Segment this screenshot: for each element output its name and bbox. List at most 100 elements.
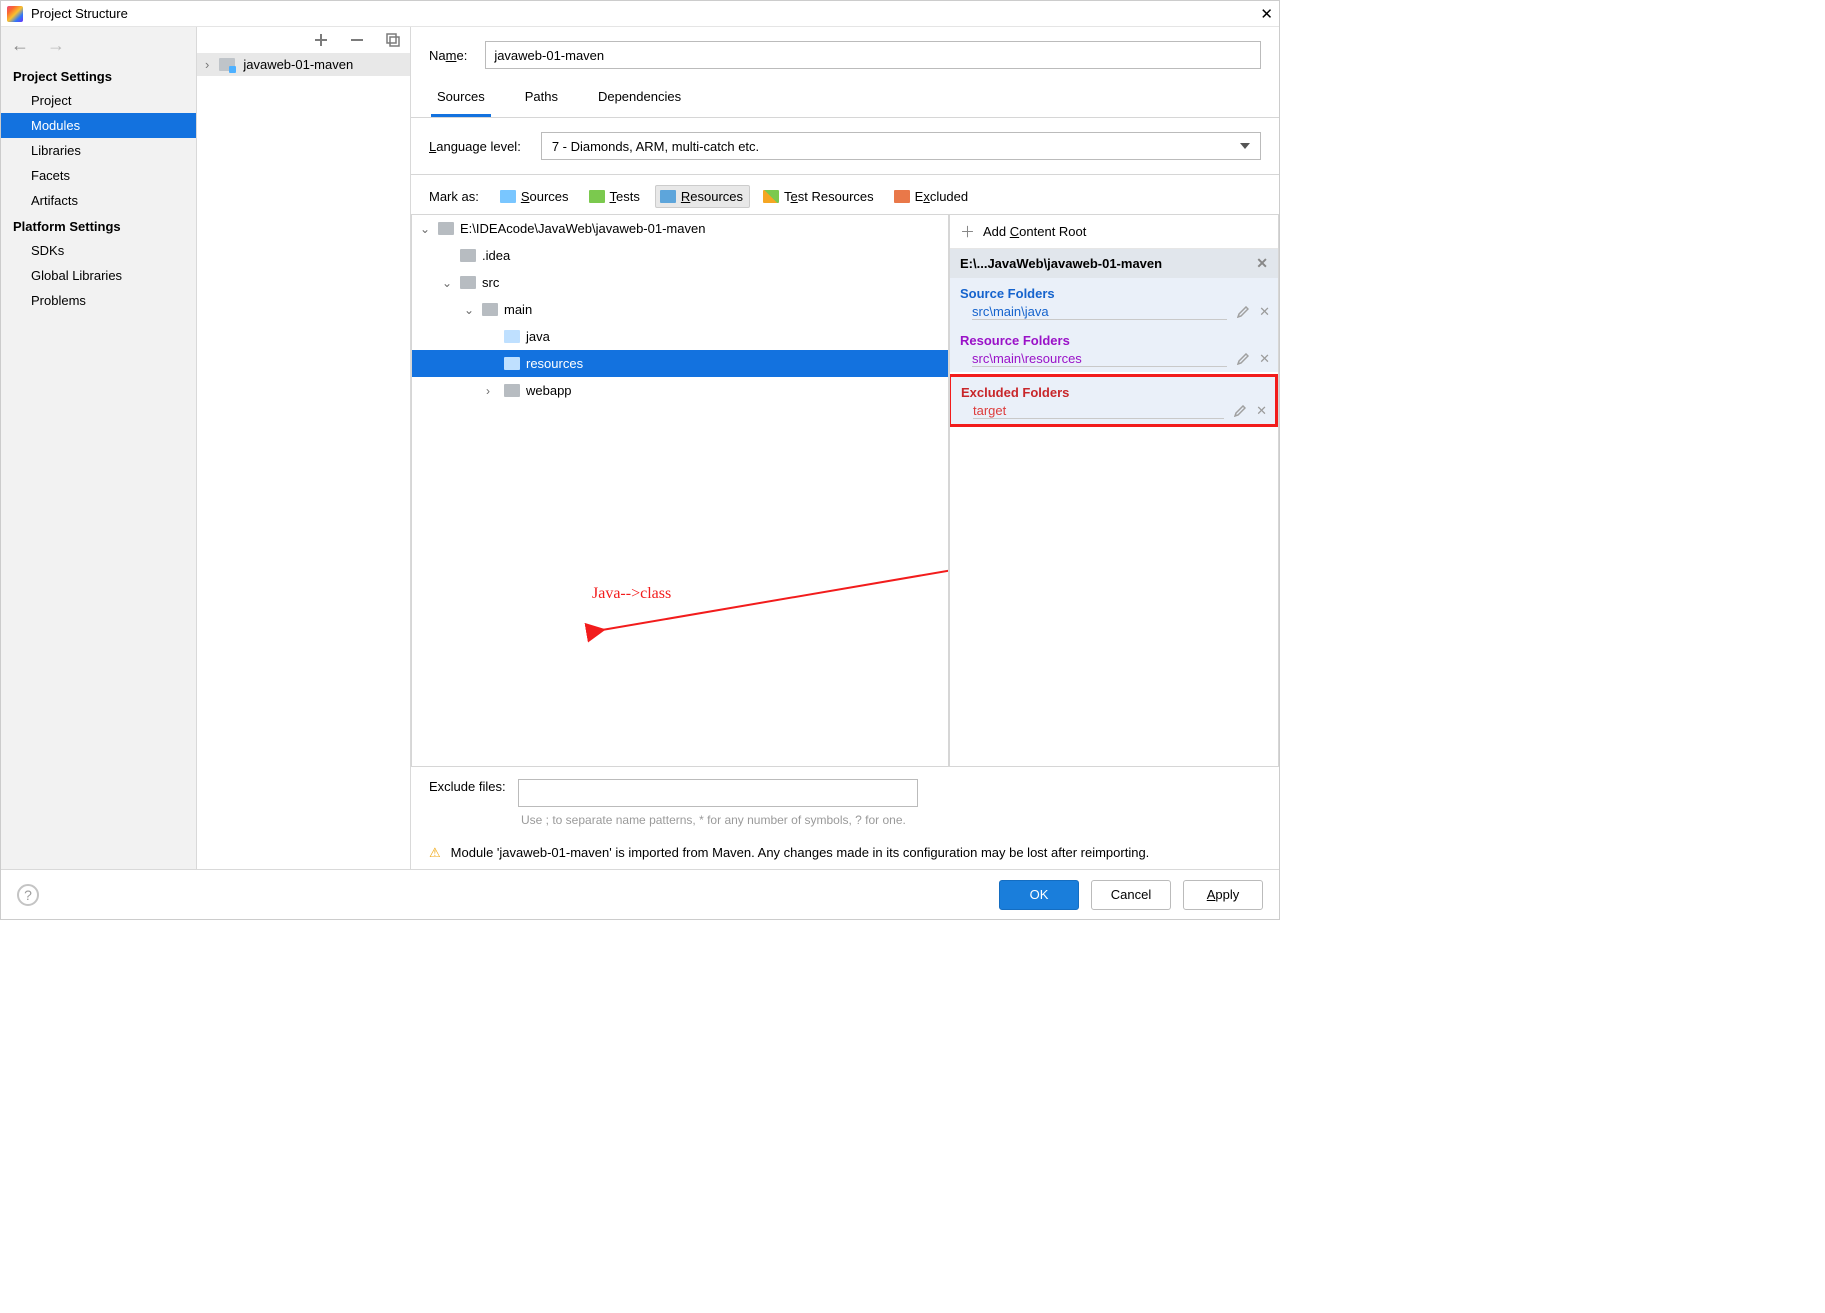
maven-warning-row: ⚠ Module 'javaweb-01-maven' is imported … (411, 839, 1279, 869)
tab-sources[interactable]: Sources (431, 81, 491, 117)
back-arrow-icon[interactable]: ← (11, 36, 29, 54)
sidebar-item-modules[interactable]: Modules (1, 113, 196, 138)
tree-node-resources[interactable]: resources (412, 350, 948, 377)
exclude-files-label: Exclude files: (429, 779, 506, 794)
sidebar-item-sdks[interactable]: SDKs (1, 238, 196, 263)
folder-icon (504, 330, 520, 343)
dialog-button-bar: ? OK Cancel Apply (1, 869, 1279, 919)
folder-icon (482, 303, 498, 316)
content-root-group-excluded: Excluded Folderstarget✕ (949, 374, 1278, 427)
sidebar-item-libraries[interactable]: Libraries (1, 138, 196, 163)
sidebar: ← → Project SettingsProjectModulesLibrar… (1, 27, 197, 869)
add-module-icon[interactable] (314, 33, 328, 47)
titlebar: Project Structure ✕ (1, 1, 1279, 27)
edit-icon[interactable] (1237, 306, 1249, 318)
folder-icon (460, 276, 476, 289)
module-name-input[interactable] (485, 41, 1261, 69)
exclude-files-input[interactable] (518, 779, 918, 807)
module-name: javaweb-01-maven (243, 57, 353, 72)
forward-arrow-icon[interactable]: → (47, 36, 65, 54)
mark-as-row: Mark as: Sources Tests Resources Test Re… (411, 175, 1279, 215)
source-tree[interactable]: ⌄E:\IDEAcode\JavaWeb\javaweb-01-maven.id… (411, 215, 949, 767)
sidebar-item-global-libraries[interactable]: Global Libraries (1, 263, 196, 288)
sidebar-item-problems[interactable]: Problems (1, 288, 196, 313)
mark-resources-button[interactable]: Resources (655, 185, 750, 208)
content-root-panel: ＋ Add Content Root E:\...JavaWeb\javaweb… (949, 215, 1279, 767)
tab-paths[interactable]: Paths (519, 81, 564, 117)
content-root-item[interactable]: src\main\java✕ (950, 303, 1278, 323)
tree-node--idea[interactable]: .idea (412, 242, 948, 269)
annotation-text: Java-->class (592, 585, 671, 603)
chevron-down-icon (1240, 143, 1250, 149)
remove-icon[interactable]: ✕ (1259, 351, 1270, 367)
mark-excluded-button[interactable]: Excluded (889, 185, 975, 208)
sidebar-item-project[interactable]: Project (1, 88, 196, 113)
sidebar-item-artifacts[interactable]: Artifacts (1, 188, 196, 213)
sidebar-heading: Project Settings (1, 63, 196, 88)
window-close-button[interactable]: ✕ (1260, 5, 1273, 23)
sources-folder-icon (500, 190, 516, 203)
project-structure-window: Project Structure ✕ ← → Project Settings… (0, 0, 1280, 920)
content-root-group-resource: Resource Folderssrc\main\resources✕ (950, 325, 1278, 372)
folder-icon (438, 222, 454, 235)
folder-icon (504, 357, 520, 370)
cancel-button[interactable]: Cancel (1091, 880, 1171, 910)
folder-icon (460, 249, 476, 262)
tree-root-node[interactable]: ⌄E:\IDEAcode\JavaWeb\javaweb-01-maven (412, 215, 948, 242)
sidebar-nav: ← → (1, 27, 196, 63)
name-label: Name: (429, 48, 467, 63)
add-content-root-button[interactable]: ＋ Add Content Root (950, 215, 1278, 249)
language-level-dropdown[interactable]: 7 - Diamonds, ARM, multi-catch etc. (541, 132, 1261, 160)
exclude-files-hint: Use ; to separate name patterns, * for a… (411, 813, 911, 839)
remove-icon[interactable]: ✕ (1259, 304, 1270, 320)
help-button[interactable]: ? (17, 884, 39, 906)
resources-folder-icon (660, 190, 676, 203)
mark-sources-button[interactable]: Sources (495, 185, 576, 208)
content-root-group-heading: Resource Folders (950, 329, 1278, 350)
excluded-folder-icon (894, 190, 910, 203)
tree-node-main[interactable]: ⌄main (412, 296, 948, 323)
module-detail-panel: Name: Sources Paths Dependencies Languag… (411, 27, 1279, 869)
edit-icon[interactable] (1234, 405, 1246, 417)
module-tabs: Sources Paths Dependencies (411, 81, 1279, 118)
sidebar-item-facets[interactable]: Facets (1, 163, 196, 188)
chevron-right-icon: › (205, 57, 209, 72)
window-title: Project Structure (31, 6, 128, 21)
remove-icon[interactable]: ✕ (1256, 403, 1267, 419)
folder-icon (504, 384, 520, 397)
mark-testresources-button[interactable]: Test Resources (758, 185, 881, 208)
copy-module-icon[interactable] (386, 33, 400, 47)
module-row[interactable]: › javaweb-01-maven (197, 53, 410, 76)
module-list-panel: › javaweb-01-maven (197, 27, 411, 869)
warning-icon: ⚠ (429, 845, 441, 861)
plus-icon: ＋ (960, 221, 975, 242)
module-toolbar (197, 27, 410, 53)
body: ← → Project SettingsProjectModulesLibrar… (1, 27, 1279, 869)
edit-icon[interactable] (1237, 353, 1249, 365)
content-root-path[interactable]: E:\...JavaWeb\javaweb-01-maven ✕ (950, 249, 1278, 278)
mark-tests-button[interactable]: Tests (584, 185, 647, 208)
module-icon (219, 58, 235, 71)
content-root-item[interactable]: src\main\resources✕ (950, 350, 1278, 370)
maven-warning-text: Module 'javaweb-01-maven' is imported fr… (451, 845, 1150, 860)
name-row: Name: (411, 27, 1279, 75)
language-level-label: Language level: (429, 139, 521, 154)
tests-folder-icon (589, 190, 605, 203)
tree-node-java[interactable]: java (412, 323, 948, 350)
content-root-group-heading: Excluded Folders (951, 381, 1275, 402)
tab-dependencies[interactable]: Dependencies (592, 81, 687, 117)
content-root-group-source: Source Folderssrc\main\java✕ (950, 278, 1278, 325)
intellij-icon (7, 6, 23, 22)
tree-node-webapp[interactable]: ›webapp (412, 377, 948, 404)
exclude-files-row: Exclude files: (411, 767, 1279, 813)
content-root-group-heading: Source Folders (950, 282, 1278, 303)
remove-module-icon[interactable] (350, 33, 364, 47)
remove-content-root-icon[interactable]: ✕ (1256, 255, 1268, 272)
tree-node-src[interactable]: ⌄src (412, 269, 948, 296)
language-level-row: Language level: 7 - Diamonds, ARM, multi… (411, 118, 1279, 175)
content-row: ⌄E:\IDEAcode\JavaWeb\javaweb-01-maven.id… (411, 215, 1279, 767)
ok-button[interactable]: OK (999, 880, 1079, 910)
modules-list: › javaweb-01-maven (197, 53, 410, 869)
apply-button[interactable]: Apply (1183, 880, 1263, 910)
content-root-item[interactable]: target✕ (951, 402, 1275, 422)
